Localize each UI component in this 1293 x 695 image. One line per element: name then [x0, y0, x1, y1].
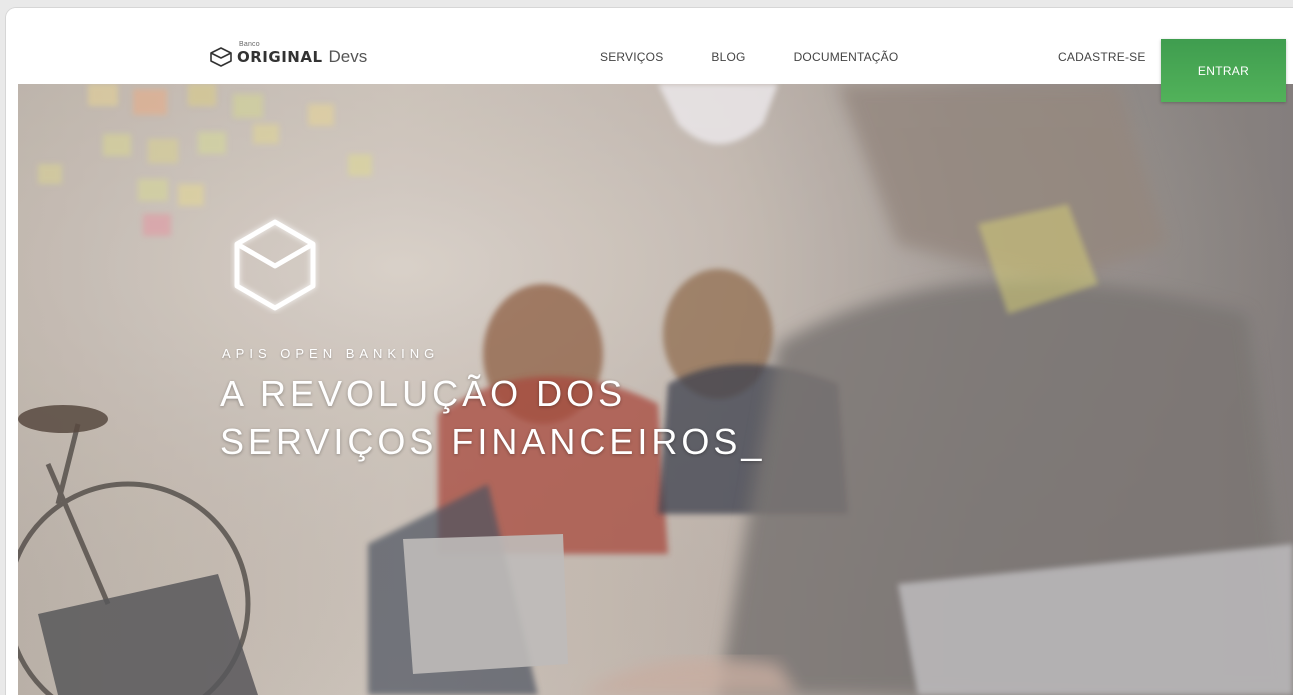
- main-nav: SERVIÇOS BLOG DOCUMENTAÇÃO: [600, 50, 946, 64]
- account-nav: CADASTRE-SE: [1058, 50, 1146, 64]
- logo-small-label: Banco: [239, 41, 260, 48]
- site-header: Banco ORIGINAL Devs SERVIÇOS BLOG DOCUME…: [6, 8, 1293, 84]
- signup-link[interactable]: CADASTRE-SE: [1058, 50, 1146, 64]
- login-button[interactable]: ENTRAR: [1161, 39, 1286, 102]
- logo-wordmark: Banco ORIGINAL Devs: [237, 41, 368, 67]
- cube-outline-icon: [234, 219, 316, 311]
- logo-brand: ORIGINAL: [237, 48, 323, 66]
- logo-suffix: Devs: [328, 47, 368, 66]
- hero-title-line-2: SERVIÇOS FINANCEIROS_: [220, 421, 766, 462]
- hero-title: A REVOLUÇÃO DOS SERVIÇOS FINANCEIROS_: [220, 370, 765, 466]
- nav-item-blog[interactable]: BLOG: [711, 50, 745, 64]
- browser-page: Banco ORIGINAL Devs SERVIÇOS BLOG DOCUME…: [6, 8, 1293, 695]
- site-logo[interactable]: Banco ORIGINAL Devs: [209, 41, 368, 70]
- nav-item-servicos[interactable]: SERVIÇOS: [600, 50, 663, 64]
- hero-title-line-1: A REVOLUÇÃO DOS: [220, 373, 627, 414]
- nav-item-documentacao[interactable]: DOCUMENTAÇÃO: [794, 50, 899, 64]
- cube-outline-icon: [210, 47, 232, 67]
- hero-banner: APIS OPEN BANKING A REVOLUÇÃO DOS SERVIÇ…: [18, 84, 1293, 695]
- hero-kicker: APIS OPEN BANKING: [222, 346, 440, 361]
